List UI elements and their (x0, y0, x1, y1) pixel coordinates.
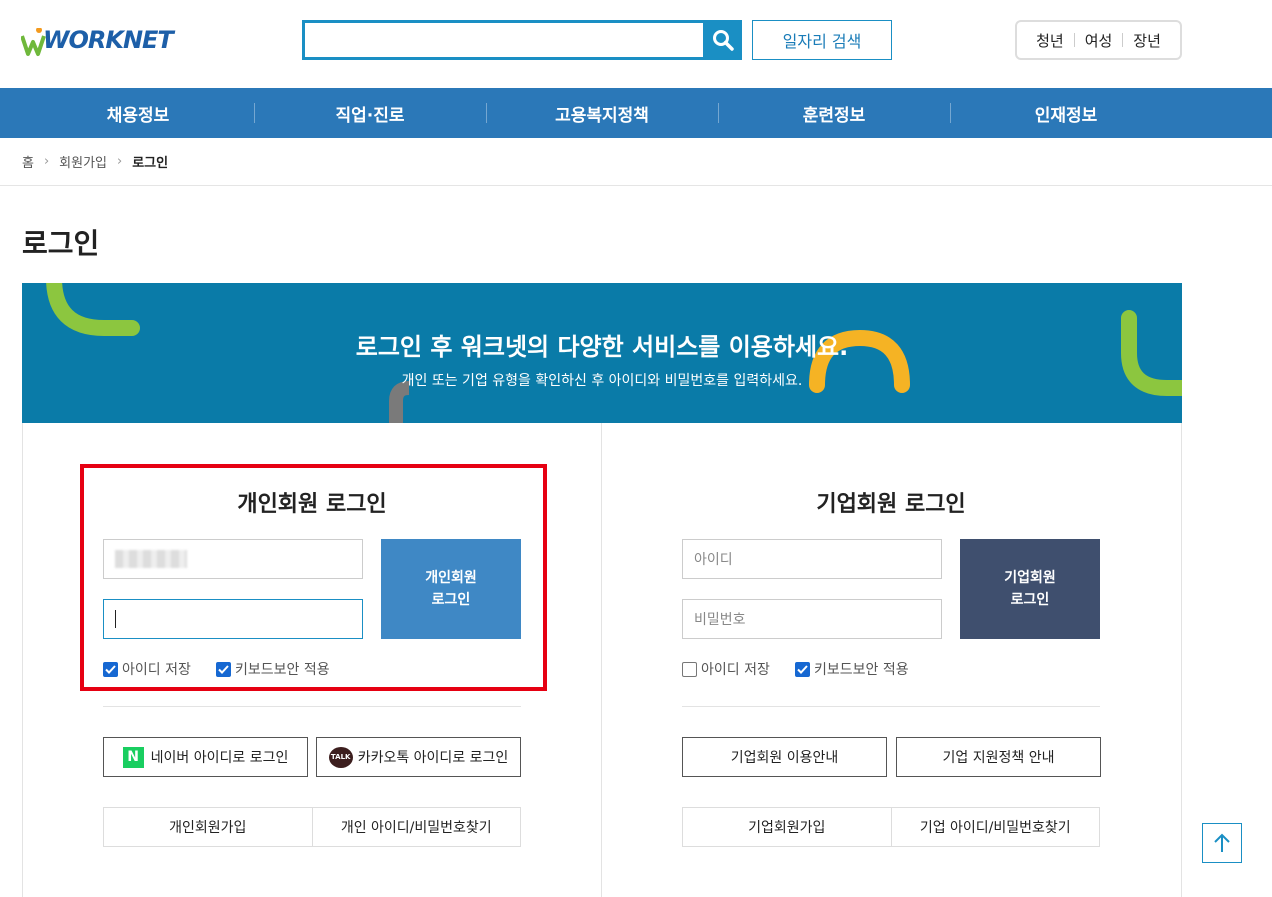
arrow-up-icon (1214, 833, 1230, 852)
company-guide-button[interactable]: 기업회원 이용안내 (682, 737, 887, 777)
banner-subtitle: 개인 또는 기업 유형을 확인하신 후 아이디와 비밀번호를 입력하세요. (401, 373, 803, 389)
checkbox-label: 아이디 저장 (701, 662, 770, 678)
job-search-button[interactable]: 일자리 검색 (752, 20, 892, 60)
banner-title: 로그인 후 워크넷의 다양한 서비스를 이용하세요. (355, 333, 849, 361)
scroll-top-button[interactable] (1202, 823, 1242, 863)
breadcrumb: 홈 › 회원가입 › 로그인 (22, 152, 168, 171)
logo-text: WORKNET (43, 26, 174, 54)
breadcrumb-signup[interactable]: 회원가입 (59, 152, 107, 171)
kakao-login-button[interactable]: TALK 카카오톡 아이디로 로그인 (316, 737, 521, 777)
breadcrumb-home[interactable]: 홈 (22, 152, 34, 171)
divider (103, 706, 521, 707)
login-banner: 로그인 후 워크넷의 다양한 서비스를 이용하세요. 개인 또는 기업 유형을 … (22, 283, 1182, 423)
panel-divider (601, 423, 602, 897)
personal-find-account-link[interactable]: 개인 아이디/비밀번호찾기 (311, 808, 521, 846)
search-button[interactable] (703, 20, 742, 60)
target-group-links: 청년 여성 장년 (1015, 20, 1182, 60)
nav-item-training[interactable]: 훈련정보 (718, 88, 950, 138)
nav-item-jobs[interactable]: 채용정보 (22, 88, 254, 138)
personal-signup-link[interactable]: 개인회원가입 (104, 808, 312, 846)
checkbox-unchecked-icon (682, 661, 697, 677)
worknet-logo[interactable]: WORKNET (21, 22, 181, 62)
nav-item-welfare[interactable]: 고용복지정책 (486, 88, 718, 138)
search-icon (712, 30, 734, 51)
input-placeholder: 비밀번호 (694, 612, 746, 628)
target-link-senior[interactable]: 장년 (1123, 30, 1171, 51)
naver-icon: N (122, 746, 144, 768)
nav-item-talent[interactable]: 인재정보 (950, 88, 1182, 138)
checkbox-label: 키보드보안 적용 (814, 662, 909, 678)
company-keyboard-security-checkbox[interactable]: 키보드보안 적용 (795, 659, 909, 679)
button-label: 로그인 (1010, 592, 1050, 608)
highlight-box (80, 464, 547, 691)
naver-login-button[interactable]: N 네이버 아이디로 로그인 (103, 737, 308, 777)
target-link-youth[interactable]: 청년 (1026, 30, 1074, 51)
kakao-talk-icon: TALK (328, 746, 353, 768)
company-signup-link[interactable]: 기업회원가입 (683, 808, 891, 846)
search-input[interactable] (302, 20, 704, 60)
header: WORKNET 일자리 검색 청년 여성 장년 (0, 0, 1272, 88)
chevron-right-icon: › (43, 154, 50, 169)
company-save-id-checkbox[interactable]: 아이디 저장 (682, 659, 770, 679)
button-label: 카카오톡 아이디로 로그인 (357, 750, 509, 766)
personal-account-links: 개인회원가입 개인 아이디/비밀번호찾기 (103, 807, 521, 847)
input-placeholder: 아이디 (694, 552, 733, 568)
target-link-women[interactable]: 여성 (1075, 30, 1123, 51)
breadcrumb-current: 로그인 (132, 156, 169, 171)
checkbox-checked-icon (795, 661, 810, 677)
nav-item-career[interactable]: 직업·진로 (254, 88, 486, 138)
company-find-account-link[interactable]: 기업 아이디/비밀번호찾기 (890, 808, 1100, 846)
company-login-title: 기업회원 로그인 (816, 492, 966, 517)
divider (0, 185, 1272, 186)
company-policy-button[interactable]: 기업 지원정책 안내 (896, 737, 1101, 777)
main-nav: 채용정보 직업·진로 고용복지정책 훈련정보 인재정보 (0, 88, 1272, 138)
button-label: 네이버 아이디로 로그인 (150, 750, 289, 766)
divider (682, 706, 1100, 707)
chevron-right-icon: › (117, 154, 123, 169)
company-id-input[interactable]: 아이디 (682, 539, 942, 579)
company-login-button[interactable]: 기업회원 로그인 (960, 539, 1100, 639)
button-label: 기업회원 (1004, 570, 1056, 586)
page-title: 로그인 (22, 227, 100, 260)
company-password-input[interactable]: 비밀번호 (682, 599, 942, 639)
company-account-links: 기업회원가입 기업 아이디/비밀번호찾기 (682, 807, 1100, 847)
